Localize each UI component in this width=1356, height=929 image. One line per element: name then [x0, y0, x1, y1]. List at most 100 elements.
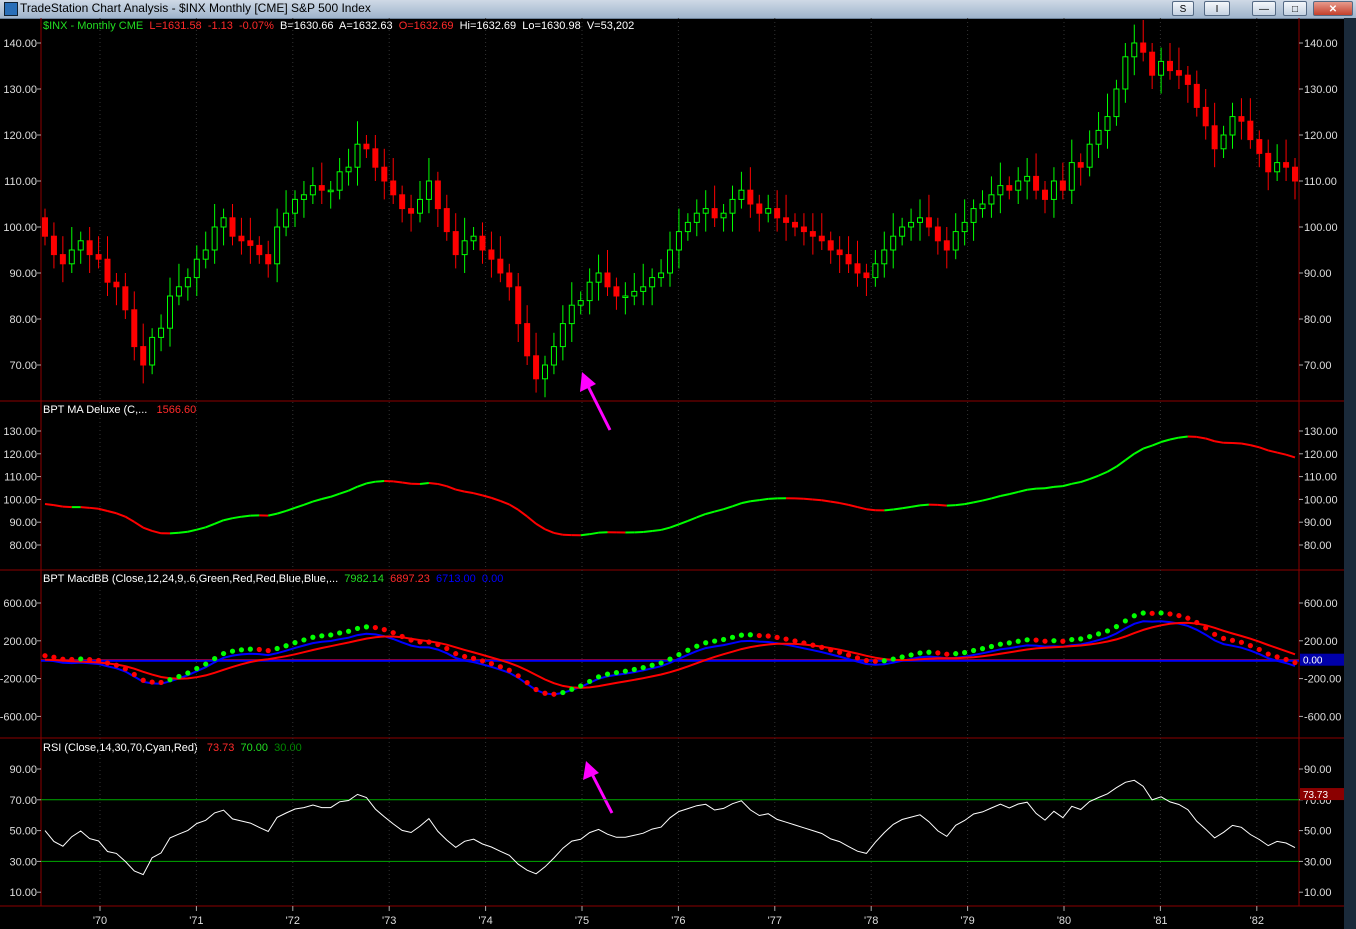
ma-line-segment [1027, 487, 1037, 491]
minimize-button[interactable]: — [1252, 1, 1276, 16]
ma-line-segment [107, 510, 117, 515]
macd-dot [1176, 612, 1182, 619]
chart-canvas[interactable]: '70 '71 '72 '73 '74 '75 '76 '77 '78 '79 '80 '81 '82 1… [0, 18, 1344, 929]
ma-axis-label-left: 120.00 [3, 449, 37, 461]
macd-dot [247, 646, 253, 652]
macd-dot [167, 677, 173, 683]
x-tick-label: '77 [768, 915, 782, 927]
candle-body [193, 258, 200, 279]
macd-axis-label-left: -200.00 [0, 674, 37, 686]
close-button[interactable]: ✕ [1313, 1, 1353, 16]
macd-dot [694, 643, 700, 649]
macd-dot [863, 657, 870, 664]
indicator-menu-button[interactable]: I [1204, 1, 1230, 16]
macd-dot [890, 656, 896, 662]
ma-line-segment [884, 508, 894, 512]
ma-line-segment [982, 497, 992, 502]
ma-line-segment [294, 503, 305, 509]
macd-dot [435, 641, 441, 648]
macd-dot [1185, 615, 1191, 621]
candle-body [872, 263, 879, 279]
rsi-axis-label-right: 90.00 [1304, 764, 1332, 776]
candle-body [77, 240, 84, 251]
chart-area[interactable]: $INX - Monthly CME L=1631.58 -1.13 -0.07… [0, 18, 1344, 929]
macd-dot [1087, 633, 1093, 640]
candle-body [934, 226, 941, 242]
price-axis-label-right: 70.00 [1304, 360, 1332, 372]
ma-line-segment [973, 499, 983, 504]
candle-body [399, 194, 406, 210]
ma-line-segment [553, 531, 564, 536]
ma-line-segment [1196, 435, 1206, 440]
macd-dot [1194, 619, 1200, 626]
maximize-button[interactable]: □ [1283, 1, 1307, 16]
x-tick-label: '82 [1250, 915, 1264, 927]
macd-dot [131, 671, 137, 678]
macd-dot [1122, 618, 1128, 624]
candle-body [1033, 175, 1040, 191]
candle-body [122, 286, 129, 311]
x-tick-label: '73 [382, 915, 396, 927]
macd-dot [1113, 624, 1120, 630]
ma-line-segment [1285, 453, 1296, 459]
candle-body [354, 143, 361, 168]
ma-line-segment [919, 503, 930, 507]
candle-body [220, 217, 227, 228]
macd-dot [542, 690, 548, 696]
ma-line-segment [544, 528, 555, 534]
candle-body [1015, 180, 1022, 191]
x-tick-label: '74 [478, 915, 492, 927]
ma-line-segment [893, 507, 903, 511]
ma-line-segment [687, 516, 698, 522]
macd-dot [95, 657, 102, 664]
candle-body [363, 143, 370, 150]
macd-dot [104, 660, 111, 666]
price-axis-label-left: 100.00 [3, 222, 37, 234]
ma-line-segment [1151, 441, 1162, 447]
candle-body [184, 277, 191, 288]
macd-dot [256, 646, 262, 653]
macd-dot [444, 645, 450, 652]
window-title: TradeStation Chart Analysis - $INX Month… [20, 1, 371, 15]
candle-body [1238, 116, 1245, 122]
symbol-menu-button[interactable]: S [1172, 1, 1194, 16]
candle-body [1247, 120, 1254, 141]
macd-dot [944, 651, 950, 657]
candle-body [50, 235, 57, 256]
candle-body [988, 194, 995, 205]
candle-body [693, 212, 700, 223]
ma-axis-label-right: 80.00 [1304, 540, 1332, 552]
candle-body [1167, 60, 1173, 72]
candle-body [274, 226, 281, 265]
candle-body [506, 272, 513, 288]
ma-line-segment [1017, 488, 1028, 493]
candle-body [1292, 166, 1298, 182]
macd-dot [1283, 656, 1289, 663]
macd-dot [953, 651, 959, 657]
macd-dot [587, 678, 593, 685]
macd-dot [1131, 613, 1137, 619]
candle-body [1006, 185, 1013, 191]
macd-dot [1274, 654, 1280, 660]
macd-dot [229, 648, 236, 654]
macd-dot [595, 674, 602, 680]
macd-dot [238, 647, 245, 653]
macd-dot [42, 653, 48, 659]
ma-axis-label-left: 80.00 [9, 540, 37, 552]
ma-axis-label-right: 130.00 [1304, 426, 1338, 438]
ma-line-segment [393, 480, 403, 484]
candle-body [1140, 42, 1147, 53]
macd-dot [122, 666, 128, 672]
macd-dot [783, 636, 789, 642]
macd-zero-tag-text: 0.00 [1303, 656, 1323, 667]
rsi-axis-label-right: 10.00 [1304, 887, 1332, 899]
macd-dot [712, 638, 718, 644]
candle-body [1104, 116, 1111, 131]
candle-body [1113, 88, 1120, 118]
x-tick-label: '70 [93, 915, 107, 927]
candle-body [425, 180, 432, 200]
macd-dot [69, 656, 75, 663]
macd-dot [756, 632, 762, 639]
macd-dot [1256, 646, 1262, 653]
annotation-arrow-head [583, 761, 599, 780]
